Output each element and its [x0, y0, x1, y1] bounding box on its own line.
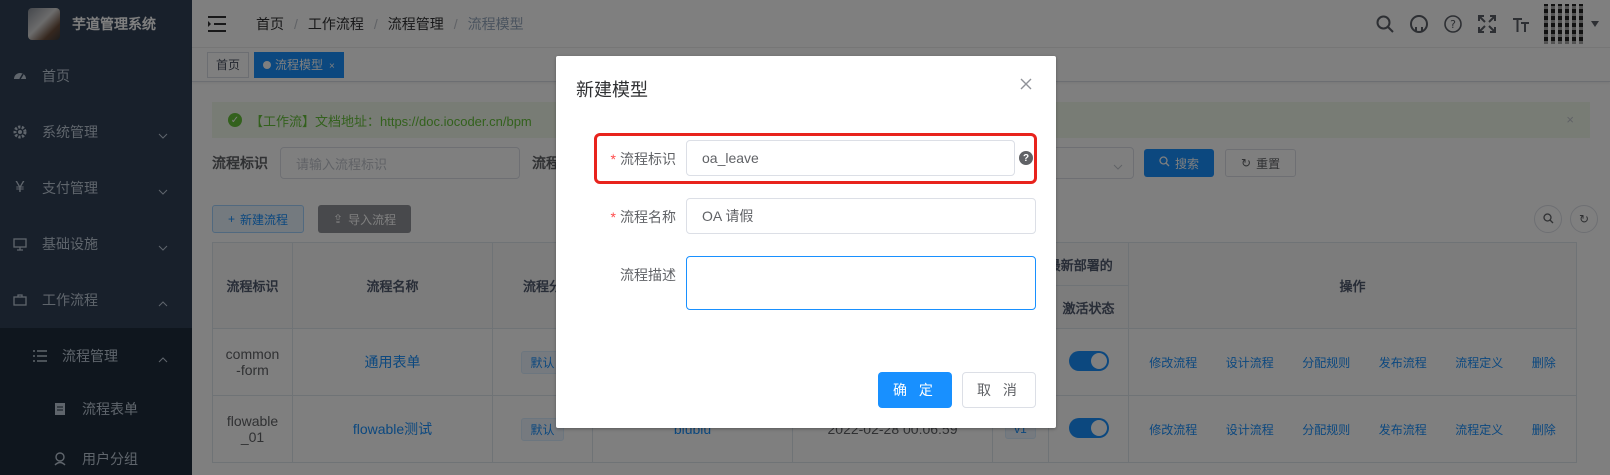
new-model-dialog: 新建模型 * 流程标识 oa_leave ? * 流程名称 OA 请假 流程描述 确…	[556, 56, 1056, 428]
key-label: * 流程标识	[610, 151, 676, 167]
question-icon[interactable]: ?	[1019, 151, 1033, 165]
name-label: * 流程名称	[610, 209, 676, 225]
name-label-text: 流程名称	[620, 209, 676, 225]
name-input[interactable]: OA 请假	[686, 198, 1036, 234]
form-row-key: * 流程标识 oa_leave ?	[556, 140, 1056, 176]
desc-textarea[interactable]	[686, 256, 1036, 310]
close-icon[interactable]	[1018, 76, 1034, 92]
cancel-button[interactable]: 取 消	[962, 372, 1036, 408]
confirm-button[interactable]: 确 定	[878, 372, 952, 408]
form-row-name: * 流程名称 OA 请假	[556, 198, 1056, 234]
key-input[interactable]: oa_leave	[686, 140, 1015, 176]
desc-label: 流程描述	[620, 267, 676, 283]
dialog-title: 新建模型	[576, 80, 648, 100]
key-label-text: 流程标识	[620, 151, 676, 167]
